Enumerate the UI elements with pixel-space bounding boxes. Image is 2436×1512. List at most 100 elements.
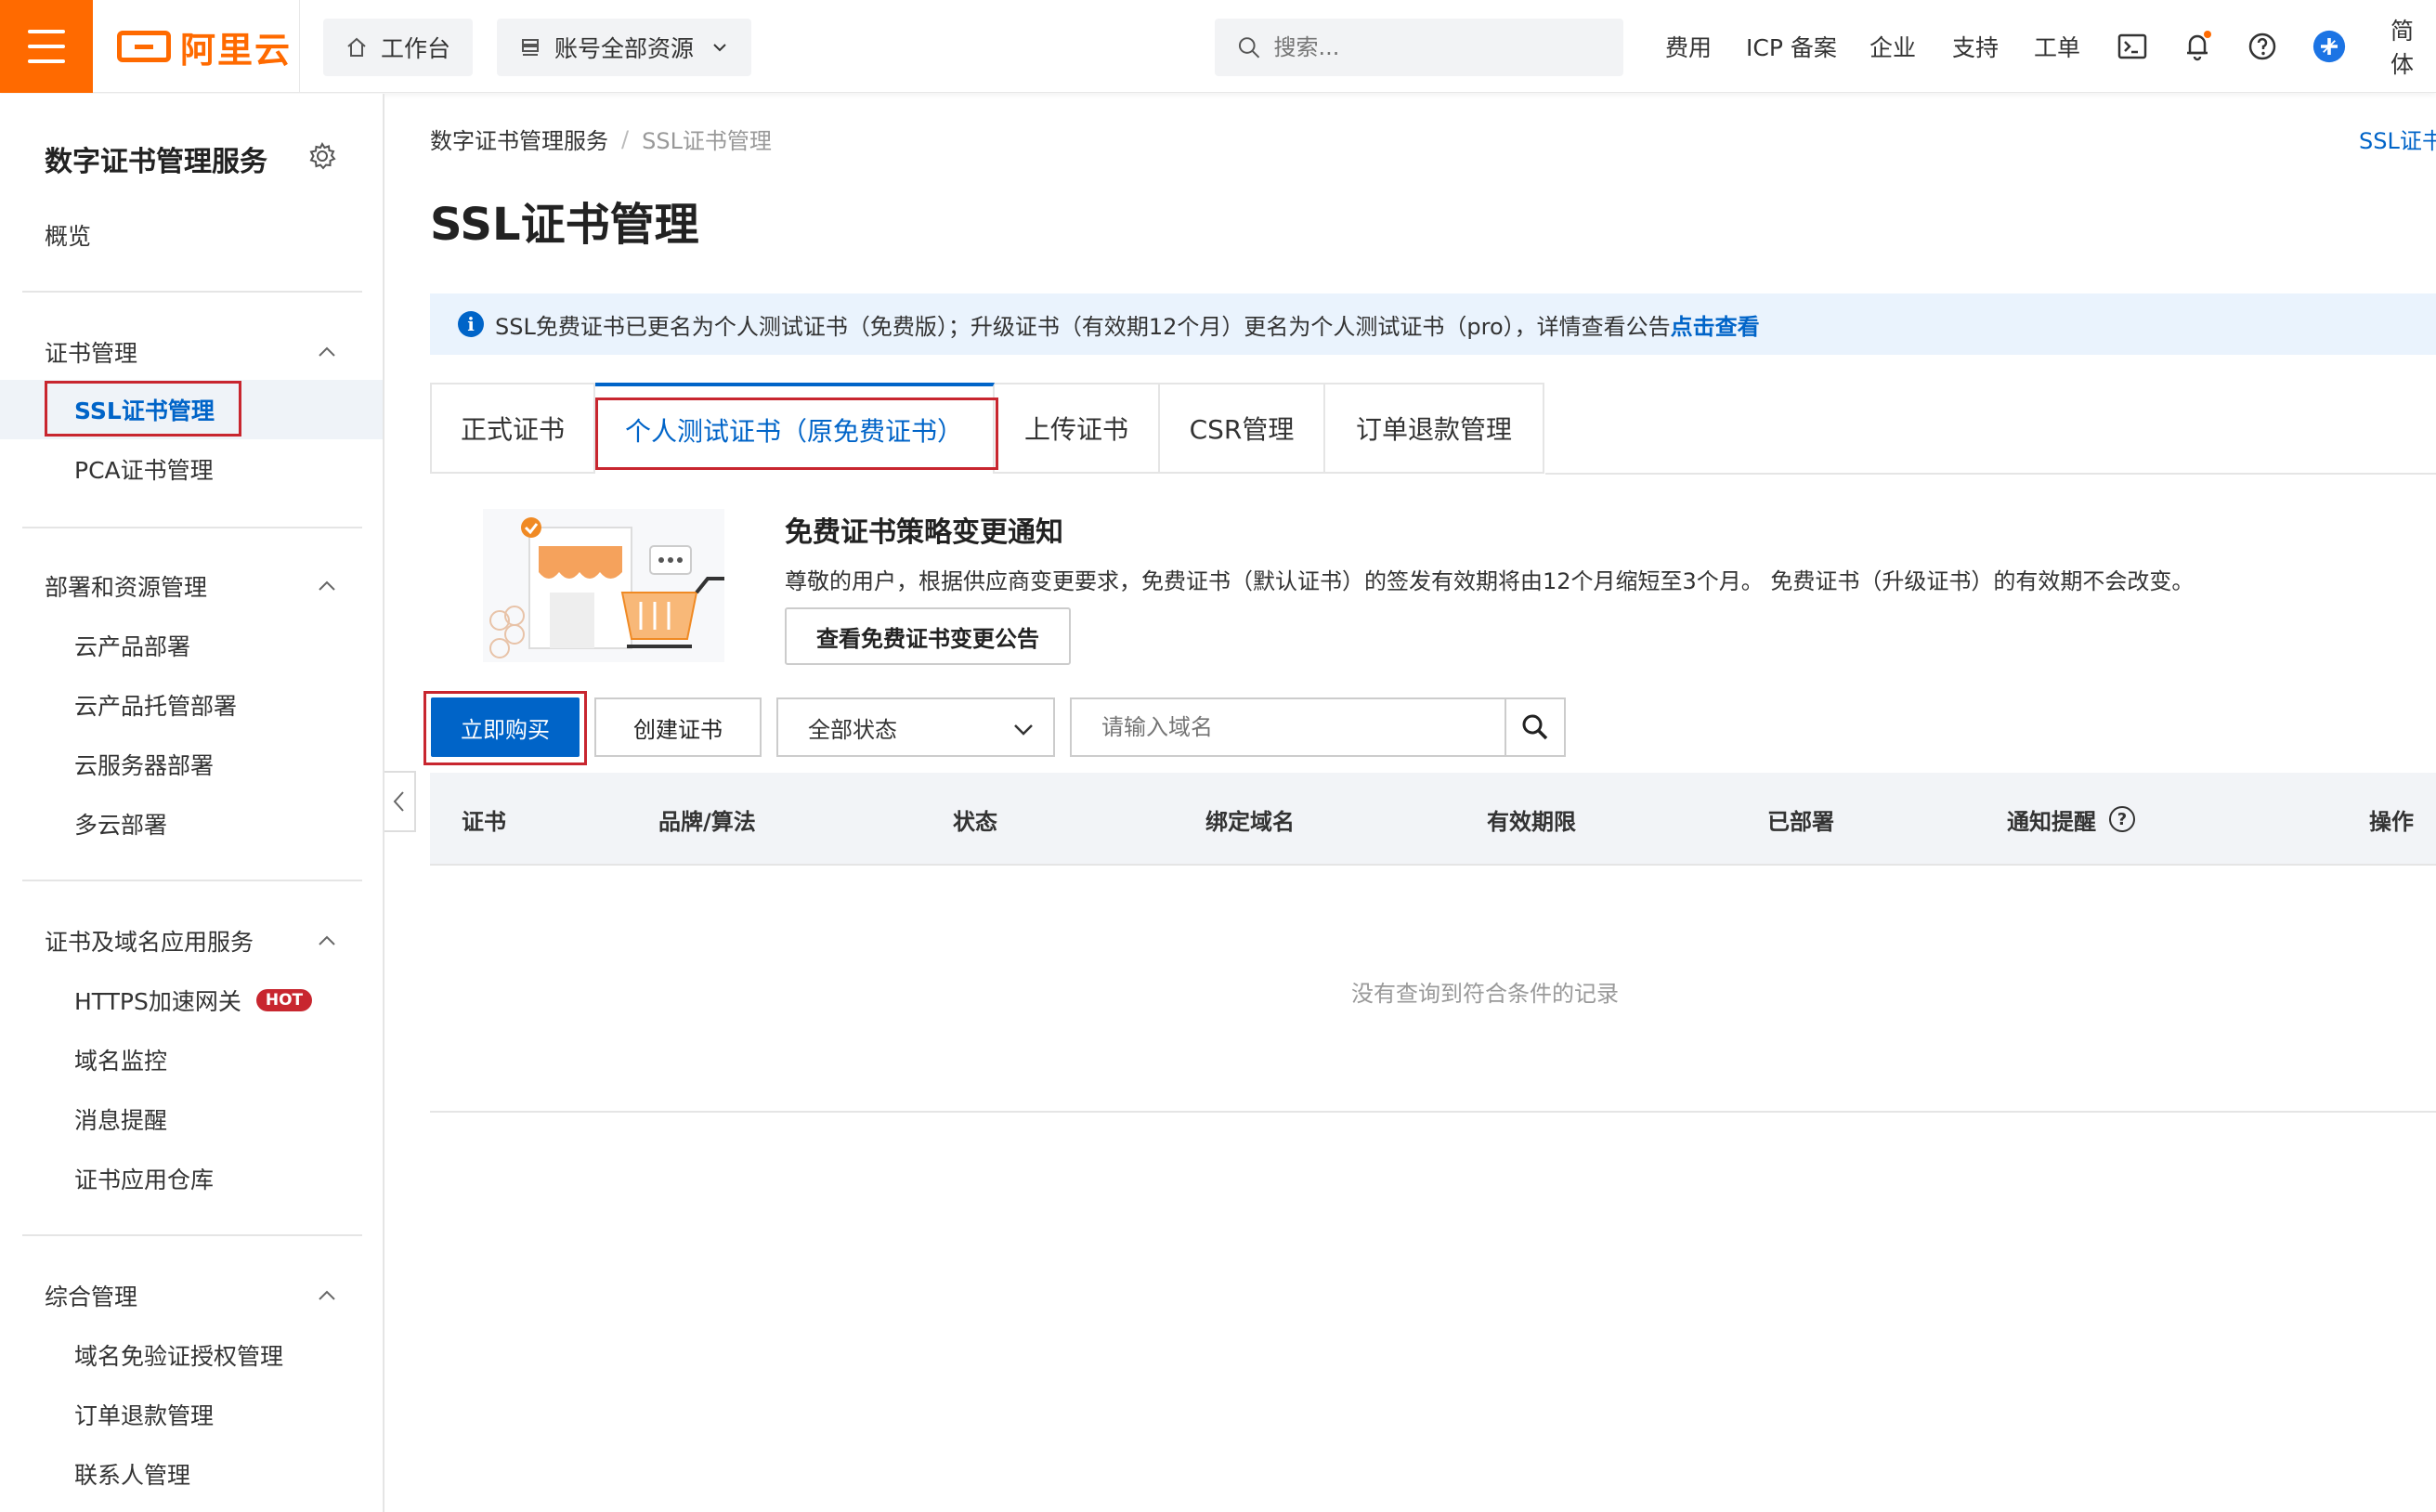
chevron-down-icon [1014, 724, 1033, 736]
resources-dropdown[interactable]: 账号全部资源 [497, 19, 752, 76]
col-brand: 品牌/算法 [658, 808, 756, 835]
global-search[interactable] [1215, 19, 1623, 76]
breadcrumb: 数字证书管理服务 / SSL证书管理 [430, 123, 772, 155]
col-notify: 通知提醒 ? [2007, 773, 2135, 866]
sidebar-item-domain-auth[interactable]: 域名免验证授权管理 [0, 1325, 383, 1385]
tab-csr[interactable]: CSR管理 [1160, 383, 1325, 474]
gear-icon[interactable] [308, 141, 336, 174]
notice-text: SSL免费证书已更名为个人测试证书（免费版）；升级证书（有效期12个月）更名为个… [495, 313, 1671, 340]
sidebar-group-cert-management[interactable]: 证书管理 [0, 322, 383, 382]
sidebar-group-general[interactable]: 综合管理 [0, 1266, 383, 1325]
nav-icp[interactable]: ICP 备案 [1746, 0, 1837, 93]
top-right-link[interactable]: SSL证书 [2359, 123, 2436, 155]
tab-refund[interactable]: 订单退款管理 [1325, 383, 1544, 474]
empty-state-text: 没有查询到符合条件的记录 [1351, 981, 1619, 1007]
group-label: 部署和资源管理 [45, 574, 208, 601]
status-select[interactable]: 全部状态 [776, 697, 1055, 757]
status-select-value: 全部状态 [808, 716, 897, 743]
sidebar-group-app-services[interactable]: 证书及域名应用服务 [0, 911, 383, 971]
resources-label: 账号全部资源 [554, 35, 695, 62]
sidebar-collapse-button[interactable] [384, 771, 416, 832]
notice-link[interactable]: 点击查看 [1671, 308, 1760, 341]
divider [430, 1111, 2436, 1113]
top-bar: 阿里云 工作台 账号全部资源 费用 ICP 备案 企业 支持 工单 简体 [0, 0, 2436, 93]
col-deployed: 已部署 [1767, 808, 1834, 835]
notice-bar: i SSL免费证书已更名为个人测试证书（免费版）；升级证书（有效期12个月）更名… [430, 293, 2436, 355]
view-announcement-button[interactable]: 查看免费证书变更公告 [785, 607, 1071, 665]
chevron-left-icon [393, 791, 404, 812]
sidebar-item-hosted-deploy[interactable]: 云产品托管部署 [0, 675, 383, 735]
tab-upload-cert[interactable]: 上传证书 [995, 383, 1160, 474]
sidebar-item-refund[interactable]: 订单退款管理 [0, 1385, 383, 1444]
question-icon[interactable]: ? [2109, 806, 2135, 832]
stack-icon [522, 39, 539, 56]
col-domain: 绑定域名 [1205, 808, 1295, 835]
chevron-up-icon [319, 580, 335, 591]
chevron-up-icon [319, 935, 335, 945]
sidebar-item-notifications[interactable]: 消息提醒 [0, 1089, 383, 1149]
col-notify-label: 通知提醒 [2007, 808, 2096, 835]
nav-fees[interactable]: 费用 [1665, 0, 1712, 93]
search-input[interactable] [1273, 34, 1601, 60]
group-label: 综合管理 [45, 1284, 138, 1310]
aliyun-logo[interactable]: 阿里云 [117, 28, 292, 71]
language-switch[interactable]: 简体 [2390, 0, 2436, 93]
sidebar-group-deploy[interactable]: 部署和资源管理 [0, 556, 383, 616]
shop-illustration [464, 500, 762, 667]
chevron-up-icon [319, 346, 335, 357]
breadcrumb-item[interactable]: 数字证书管理服务 [430, 123, 608, 155]
divider [299, 0, 300, 93]
logo-text: 阿里云 [180, 29, 293, 71]
sidebar-item-multicloud-deploy[interactable]: 多云部署 [0, 794, 383, 854]
buy-now-button[interactable]: 立即购买 [431, 697, 580, 757]
chevron-up-icon [319, 1290, 335, 1300]
workbench-label: 工作台 [381, 35, 451, 62]
workbench-button[interactable]: 工作台 [323, 19, 474, 76]
menu-hamburger-button[interactable] [0, 0, 93, 93]
tab-formal-cert[interactable]: 正式证书 [430, 383, 595, 474]
terminal-icon[interactable] [2116, 30, 2149, 63]
group-label: 证书管理 [45, 340, 138, 367]
divider [22, 527, 362, 528]
hot-badge: HOT [255, 989, 313, 1011]
sidebar-item-pca-cert[interactable]: PCA证书管理 [0, 439, 383, 499]
col-validity: 有效期限 [1487, 808, 1576, 835]
breadcrumb-current: SSL证书管理 [642, 128, 772, 154]
domain-input[interactable] [1072, 699, 1505, 755]
sidebar-item-contacts[interactable]: 联系人管理 [0, 1444, 383, 1504]
banner-title: 免费证书策略变更通知 [785, 516, 1063, 549]
domain-search [1070, 697, 1566, 757]
sidebar-item-domain-monitor[interactable]: 域名监控 [0, 1030, 383, 1089]
banner-text: 尊敬的用户，根据供应商变更要求，免费证书（默认证书）的签发有效期将由12个月缩短… [785, 568, 2195, 594]
breadcrumb-separator: / [621, 125, 630, 152]
nav-support[interactable]: 支持 [1952, 0, 1999, 93]
sidebar-item-server-deploy[interactable]: 云服务器部署 [0, 735, 383, 794]
help-icon[interactable] [2246, 30, 2279, 63]
home-icon [347, 37, 366, 57]
highlight-box [595, 398, 998, 470]
sidebar-item-cloud-deploy[interactable]: 云产品部署 [0, 616, 383, 675]
sidebar-item-overview[interactable]: 概览 [0, 205, 383, 265]
col-actions: 操作 [2369, 808, 2414, 835]
info-icon: i [458, 311, 484, 337]
nav-ticket[interactable]: 工单 [2034, 0, 2080, 93]
search-icon [1522, 714, 1548, 740]
sidebar-item-https-gateway[interactable]: HTTPS加速网关 HOT [0, 971, 383, 1030]
sidebar-title: 数字证书管理服务 [45, 146, 267, 178]
col-cert: 证书 [462, 808, 506, 835]
avatar[interactable] [2312, 30, 2346, 63]
highlight-box [45, 381, 241, 437]
sidebar-item-label: HTTPS加速网关 [74, 988, 241, 1015]
nav-enterprise[interactable]: 企业 [1869, 0, 1916, 93]
sidebar: 数字证书管理服务 概览 证书管理 SSL证书管理 PCA证书管理 部署和资源管理… [0, 94, 384, 1512]
group-label: 证书及域名应用服务 [45, 929, 254, 956]
divider [22, 880, 362, 881]
domain-search-button[interactable] [1505, 699, 1564, 755]
divider [1545, 473, 2436, 475]
create-cert-button[interactable]: 创建证书 [594, 697, 762, 757]
chevron-down-icon [713, 44, 726, 52]
bell-icon[interactable] [2181, 30, 2214, 63]
divider [22, 1234, 362, 1236]
table-header: 证书 品牌/算法 状态 绑定域名 有效期限 已部署 通知提醒 ? 操作 [430, 773, 2436, 866]
sidebar-item-cert-repo[interactable]: 证书应用仓库 [0, 1149, 383, 1208]
